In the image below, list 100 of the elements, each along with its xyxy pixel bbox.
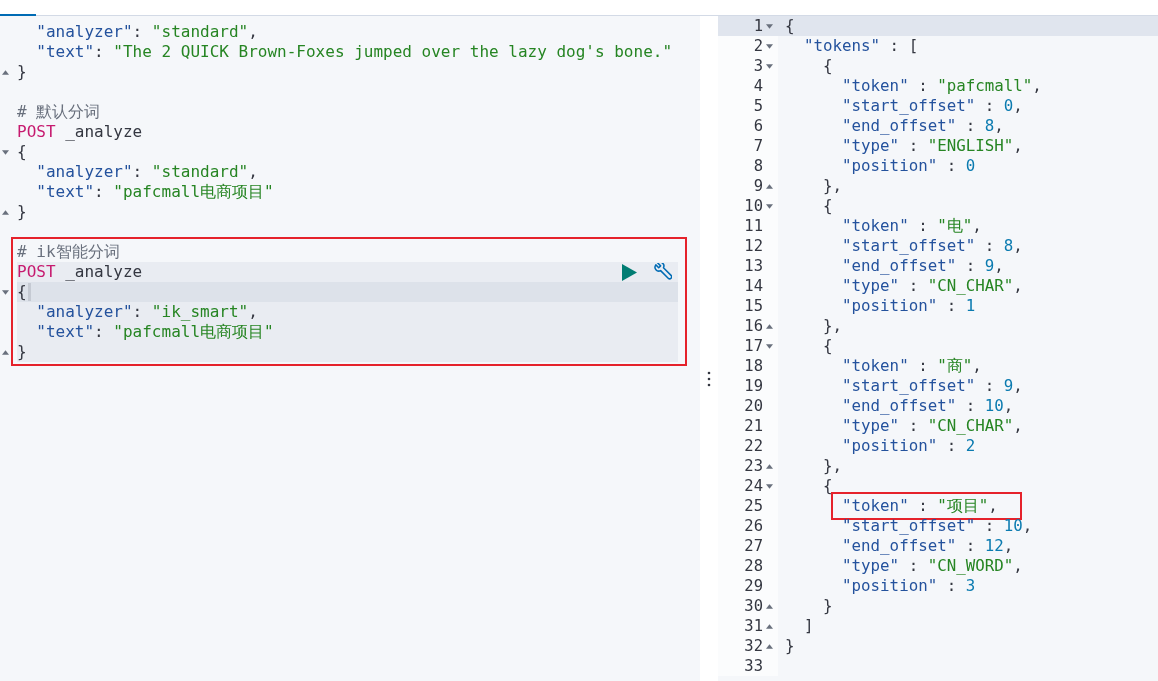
code-line: "end_offset" : 8, [842, 116, 1004, 136]
code-line: { [17, 142, 27, 162]
code-line: "type" : "CN_CHAR", [842, 276, 1023, 296]
line-number: 20 [743, 396, 763, 416]
line-number: 18 [743, 356, 763, 376]
line-number: 21 [743, 416, 763, 436]
code-line: { [823, 196, 833, 216]
caret-icon[interactable] [766, 343, 773, 349]
line-number: 10 [743, 196, 763, 216]
code-line: POST _analyze [17, 122, 143, 142]
wrench-icon[interactable] [653, 262, 672, 282]
code-line: "type" : "CN_WORD", [842, 556, 1023, 576]
line-number: 14 [743, 276, 763, 296]
code-line: } [17, 62, 27, 82]
caret-icon[interactable] [766, 623, 773, 629]
line-number: 3 [752, 56, 763, 76]
drag-handle-icon[interactable] [707, 371, 711, 387]
caret-icon[interactable] [766, 203, 773, 209]
line-number: 13 [743, 256, 763, 276]
code-line: "type" : "ENGLISH", [842, 136, 1023, 156]
line-number: 5 [752, 96, 763, 116]
line-number: 29 [743, 576, 763, 596]
code-comment: # ik智能分词 [17, 242, 120, 262]
code-line: }, [823, 316, 843, 336]
caret-icon[interactable] [2, 209, 9, 215]
code-line: "tokens" : [ [804, 36, 919, 56]
line-number: 27 [743, 536, 763, 556]
code-line: "end_offset" : 9, [842, 256, 1004, 276]
caret-icon[interactable] [2, 69, 9, 75]
caret-icon[interactable] [766, 43, 773, 49]
code-line: "position" : 0 [842, 156, 976, 176]
code-line: { [823, 476, 833, 496]
line-number: 33 [743, 656, 763, 676]
caret-icon[interactable] [2, 149, 9, 155]
code-line: ] [804, 616, 814, 636]
code-line: POST _analyze [17, 262, 143, 282]
caret-icon[interactable] [766, 183, 773, 189]
code-line: "analyzer": "standard", [35, 162, 258, 182]
code-line: "end_offset" : 12, [842, 536, 1014, 556]
code-line: "start_offset" : 9, [842, 376, 1023, 396]
code-line: "position" : 1 [842, 296, 976, 316]
line-number: 22 [743, 436, 763, 456]
line-number: 8 [752, 156, 763, 176]
line-number: 12 [743, 236, 763, 256]
caret-icon[interactable] [2, 289, 9, 295]
code-line: "type" : "CN_CHAR", [842, 416, 1023, 436]
code-line: "start_offset" : 8, [842, 236, 1023, 256]
line-number: 2 [752, 36, 763, 56]
line-number: 17 [743, 336, 763, 356]
code-line: "token" : "电", [842, 216, 982, 236]
code-line: "token" : "商", [842, 356, 982, 376]
caret-icon[interactable] [766, 643, 773, 649]
code-line: } [785, 636, 795, 656]
line-number: 1 [752, 16, 763, 36]
code-line: { [785, 16, 795, 36]
line-number: 30 [743, 596, 763, 616]
code-line: "position" : 3 [842, 576, 976, 596]
caret-icon[interactable] [2, 349, 9, 355]
code-line: }, [823, 176, 843, 196]
code-line: { [823, 336, 833, 356]
code-line: "analyzer": "ik_smart", [35, 302, 258, 322]
highlight-box: "token" : "项目", [831, 492, 1022, 520]
code-line: } [823, 596, 833, 616]
code-line: "text": "pafcmall电商项目" [35, 182, 274, 202]
code-line: } [17, 342, 27, 362]
caret-icon[interactable] [766, 603, 773, 609]
line-number: 11 [743, 216, 763, 236]
code-line: "text": "The 2 QUICK Brown-Foxes jumped over the lazy dog's bone." [35, 42, 673, 62]
caret-icon[interactable] [766, 63, 773, 69]
caret-icon[interactable] [766, 483, 773, 489]
line-number: 26 [743, 516, 763, 536]
code-line: { [17, 282, 27, 302]
code-line: "end_offset" : 10, [842, 396, 1014, 416]
caret-icon[interactable] [766, 323, 773, 329]
code-line: { [823, 56, 833, 76]
code-line: "token" : "pafcmall", [842, 76, 1042, 96]
code-line: "position" : 2 [842, 436, 976, 456]
line-number: 32 [743, 636, 763, 656]
caret-icon[interactable] [766, 463, 773, 469]
caret-icon[interactable] [766, 23, 773, 29]
line-number: 31 [743, 616, 763, 636]
line-number: 23 [743, 456, 763, 476]
line-number: 4 [752, 76, 763, 96]
line-number: 25 [743, 496, 763, 516]
code-line: } [17, 202, 27, 222]
line-number: 28 [743, 556, 763, 576]
code-line: "start_offset" : 0, [842, 96, 1023, 116]
line-number: 24 [743, 476, 763, 496]
line-number: 6 [752, 116, 763, 136]
line-number: 15 [743, 296, 763, 316]
code-comment: # 默认分词 [17, 102, 101, 122]
line-number: 9 [752, 176, 763, 196]
play-icon[interactable] [622, 263, 637, 281]
active-tab-underline [0, 14, 36, 16]
code-line: "analyzer": "standard", [35, 22, 258, 42]
code-line: }, [823, 456, 843, 476]
line-number: 19 [743, 376, 763, 396]
line-number: 16 [743, 316, 763, 336]
line-number: 7 [752, 136, 763, 156]
code-line: "text": "pafcmall电商项目" [35, 322, 274, 342]
